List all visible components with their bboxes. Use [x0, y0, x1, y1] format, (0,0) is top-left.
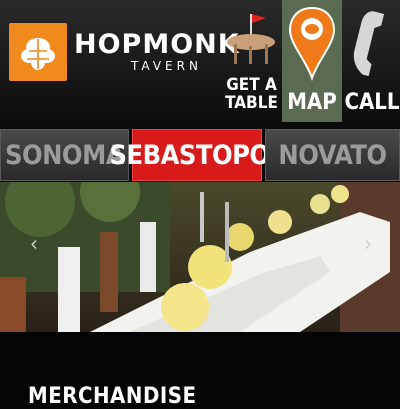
tab-sebastopol[interactable]: SEBASTOPOL	[109, 129, 285, 181]
table-flag-icon	[227, 14, 275, 64]
get-table-label: GET A TABLE	[225, 75, 278, 113]
tab-novato[interactable]: NOVATO	[265, 129, 400, 181]
carousel-next-button[interactable]: ›	[358, 232, 378, 257]
carousel-prev-button[interactable]: ‹	[24, 232, 44, 257]
location-tabs: SONOMA SEBASTOPOL NOVATO	[0, 128, 400, 182]
app-header: HOPMONK TAVERN GET A TABLE MAP CALL	[0, 0, 400, 128]
venue-photo[interactable]	[0, 182, 400, 332]
call-label: CALL	[344, 90, 400, 115]
brand-subtitle: TAVERN	[131, 59, 202, 73]
merchandise-heading: MERCHANDISE	[28, 384, 197, 409]
map-button[interactable]: MAP	[282, 0, 342, 122]
call-button[interactable]: CALL	[344, 0, 400, 122]
phone-icon	[353, 11, 385, 77]
map-label: MAP	[287, 90, 337, 115]
brand-name: HOPMONK	[74, 29, 240, 60]
get-table-button[interactable]: GET A TABLE	[224, 0, 279, 122]
hops-logo-icon[interactable]	[9, 23, 67, 81]
map-pin-icon	[288, 6, 336, 82]
